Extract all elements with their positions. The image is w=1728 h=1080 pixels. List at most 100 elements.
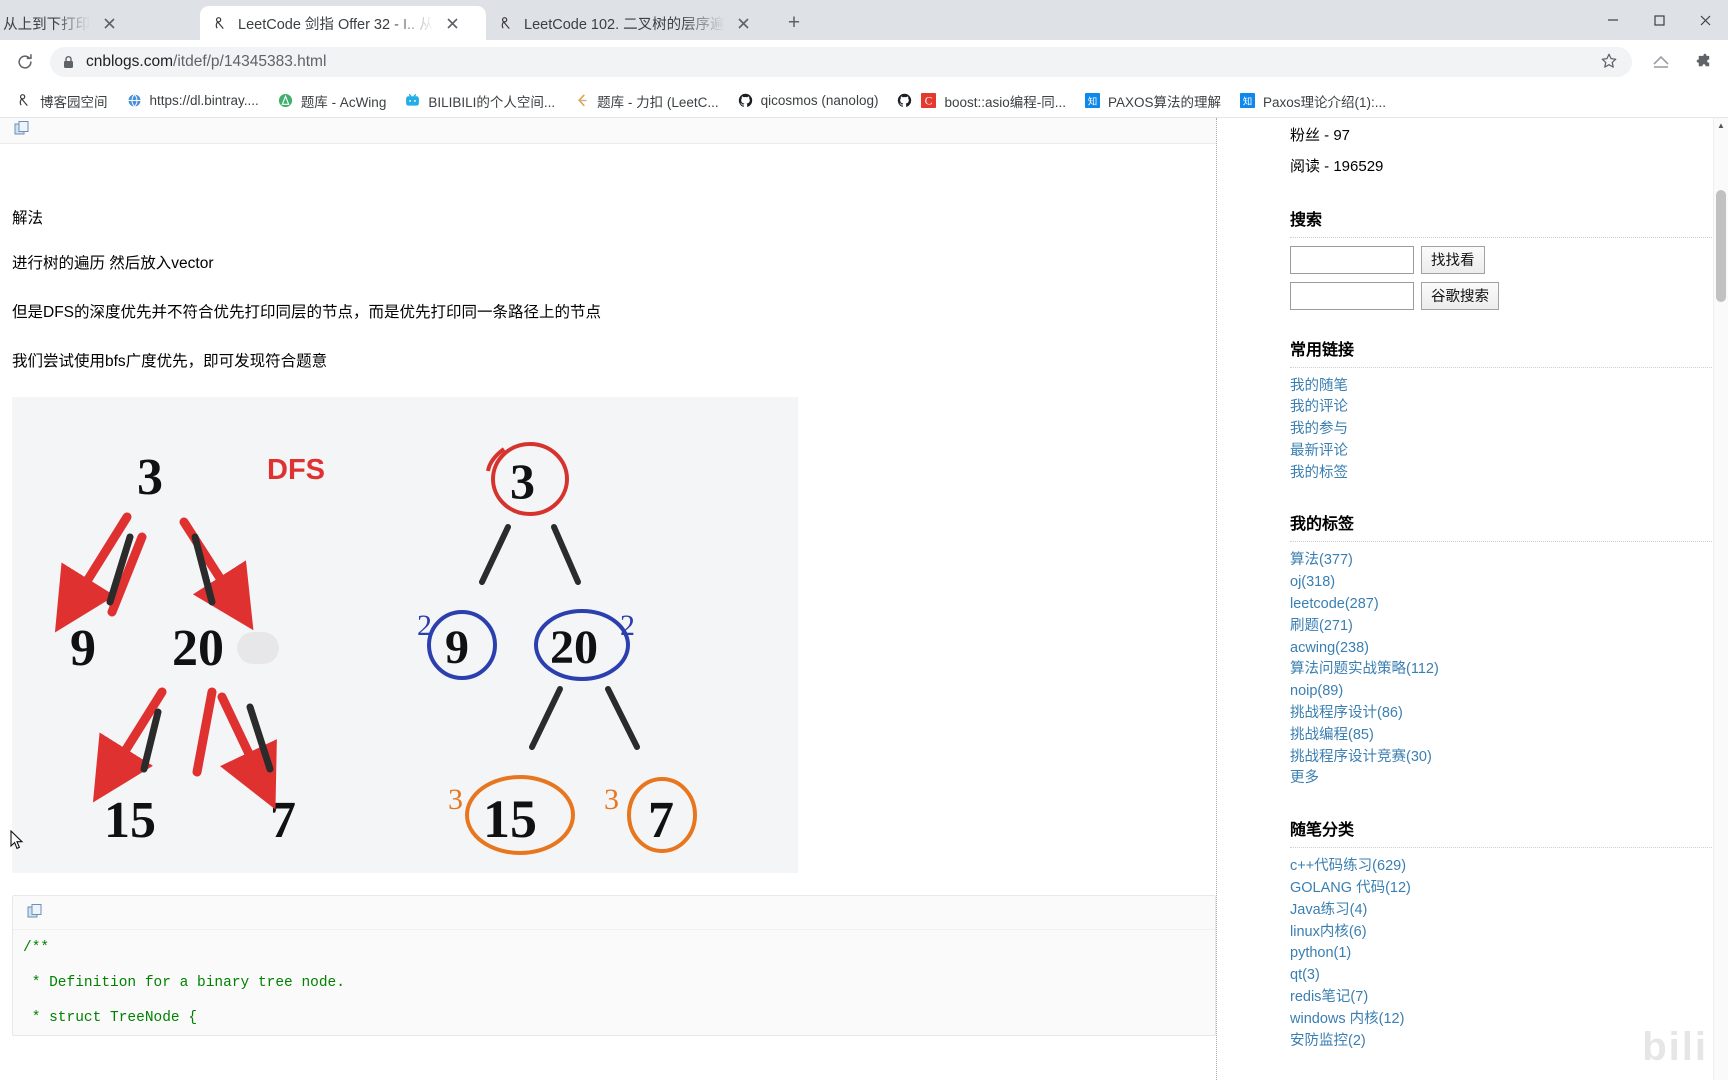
stat-line-reads: 阅读 - 196529 xyxy=(1290,157,1384,175)
svg-text:9: 9 xyxy=(445,621,469,674)
code-line: * Definition for a binary tree node. xyxy=(23,975,345,992)
bookmark-item[interactable]: 题库 - 力扣 (LeetC... xyxy=(565,87,727,115)
paragraph-2: 但是DFS的深度优先并不符合优先打印同层的节点，而是优先打印同一条路径上的节点 xyxy=(12,304,602,322)
svg-text:7: 7 xyxy=(648,792,674,849)
tag-link[interactable]: 挑战程序设计(86) xyxy=(1290,703,1728,725)
sidebar-link-latest-comments[interactable]: 最新评论 xyxy=(1290,441,1728,463)
dfs-label: DFS xyxy=(267,454,325,486)
bookmark-item[interactable]: https://dl.bintray.... xyxy=(118,88,267,113)
copy-icon[interactable] xyxy=(27,903,44,925)
paragraph-1: 进行树的遍历 然后放入vector xyxy=(12,255,214,272)
bfs-order-15: 3 xyxy=(448,783,463,816)
page-viewport: 解法 进行树的遍历 然后放入vector 但是DFS的深度优先并不符合优先打印同… xyxy=(0,118,1728,1080)
bookmark-label: PAXOS算法的理解 xyxy=(1108,94,1222,110)
tab-close-icon[interactable] xyxy=(443,13,463,33)
scrollbar-thumb[interactable] xyxy=(1716,190,1726,302)
globe-icon xyxy=(126,92,143,109)
category-link[interactable]: linux内核(6) xyxy=(1290,922,1728,944)
tag-link[interactable]: acwing(238) xyxy=(1290,638,1728,660)
minimize-button[interactable] xyxy=(1590,0,1636,40)
zhihu-icon: 知 xyxy=(1084,92,1101,109)
svg-text:9: 9 xyxy=(70,620,96,677)
post-content: 解法 进行树的遍历 然后放入vector 但是DFS的深度优先并不符合优先打印同… xyxy=(0,118,1216,1080)
page-scrollbar[interactable]: ▲ xyxy=(1713,118,1728,1080)
google-search-button[interactable]: 谷歌搜索 xyxy=(1421,281,1499,310)
bookmark-item[interactable]: BILIBILI的个人空间... xyxy=(396,87,563,115)
bookmark-item[interactable]: 知 Paxos理论介绍(1):... xyxy=(1231,87,1394,115)
site-search-row: 找找看 xyxy=(1290,245,1728,274)
bookmark-label: 题库 - AcWing xyxy=(300,94,387,110)
github-icon xyxy=(737,92,754,109)
new-tab-button[interactable]: + xyxy=(780,9,808,37)
site-search-button[interactable]: 找找看 xyxy=(1421,245,1485,274)
svg-text:C: C xyxy=(925,96,933,108)
tag-link[interactable]: 算法问题实战策略(112) xyxy=(1290,659,1728,681)
categories-title: 随笔分类 xyxy=(1290,816,1728,849)
sidebar-link-my-comments[interactable]: 我的评论 xyxy=(1290,397,1728,419)
zhihu-icon: 知 xyxy=(1239,92,1256,109)
my-tags-title: 我的标签 xyxy=(1290,510,1728,543)
tag-link[interactable]: 刷题(271) xyxy=(1290,616,1728,638)
scroll-up-arrow[interactable]: ▲ xyxy=(1714,118,1728,133)
svg-text:知: 知 xyxy=(1243,95,1252,106)
sidebar-link-my-posts[interactable]: 我的随笔 xyxy=(1290,376,1728,398)
url-text: cnblogs.com/itdef/p/14345383.html xyxy=(86,53,1590,71)
bookmark-item[interactable]: 知 PAXOS算法的理解 xyxy=(1076,87,1229,115)
tag-link-more[interactable]: 更多 xyxy=(1290,768,1728,790)
stat-line-fans: 粉丝 - 97 xyxy=(1290,127,1351,144)
tag-link[interactable]: 挑战程序设计竞赛(30) xyxy=(1290,747,1728,769)
url-path: /itdef/p/14345383.html xyxy=(173,53,327,70)
content-gutter xyxy=(1216,118,1280,1080)
tab-close-icon[interactable] xyxy=(99,13,119,33)
tag-link[interactable]: leetcode(287) xyxy=(1290,594,1728,616)
code-line: /** xyxy=(23,940,50,957)
browser-tab-1[interactable]: Offer 32 - I. 从上到下打印 xyxy=(0,6,200,40)
bfs-order-20: 2 xyxy=(620,609,635,642)
bookmark-item[interactable]: C boost::asio编程-同... xyxy=(888,87,1074,115)
google-search-input[interactable] xyxy=(1290,281,1414,310)
category-link[interactable]: Java练习(4) xyxy=(1290,900,1728,922)
reload-icon[interactable] xyxy=(10,47,40,77)
category-link[interactable]: python(1) xyxy=(1290,943,1728,965)
tag-link[interactable]: 算法(377) xyxy=(1290,550,1728,572)
tag-link[interactable]: 挑战编程(85) xyxy=(1290,725,1728,747)
svg-text:15: 15 xyxy=(483,789,537,849)
bookmark-item[interactable]: qicosmos (nanolog) xyxy=(729,88,887,113)
search-section-title: 搜索 xyxy=(1290,206,1728,238)
search-input[interactable] xyxy=(1290,245,1414,274)
copy-icon[interactable] xyxy=(14,120,31,142)
category-link[interactable]: c++代码练习(629) xyxy=(1290,856,1728,878)
star-icon[interactable] xyxy=(1600,52,1620,72)
tab-title: LeetCode 102. 二叉树的层序遍 xyxy=(524,16,725,33)
extension-icons xyxy=(1642,47,1718,77)
address-bar[interactable]: cnblogs.com/itdef/p/14345383.html xyxy=(50,47,1632,77)
tag-link[interactable]: noip(89) xyxy=(1290,681,1728,703)
github-icon xyxy=(896,92,913,109)
bookmark-label: https://dl.bintray.... xyxy=(149,93,259,108)
browser-window: Offer 32 - I. 从上到下打印 LeetCode 剑指 Offer 3… xyxy=(0,0,1728,1080)
tab-close-icon[interactable] xyxy=(734,13,754,33)
bookmark-label: boost::asio编程-同... xyxy=(944,94,1066,110)
puzzle-icon[interactable] xyxy=(1688,47,1718,77)
bookmark-item[interactable]: 博客园空间 xyxy=(8,87,116,115)
svg-text:3: 3 xyxy=(137,449,163,506)
extension-icon[interactable] xyxy=(1646,47,1676,77)
bookmark-item[interactable]: 题库 - AcWing xyxy=(269,87,395,115)
tag-link[interactable]: oj(318) xyxy=(1290,572,1728,594)
bookmark-label: Paxos理论介绍(1):... xyxy=(1263,94,1387,110)
browser-tab-2[interactable]: LeetCode 剑指 Offer 32 - I.. 从 xyxy=(200,6,486,40)
tree-diagram-image: DFS 3 9 20 15 7 3 9 2 20 2 15 3 7 3 xyxy=(12,397,798,874)
browser-tab-3[interactable]: LeetCode 102. 二叉树的层序遍 xyxy=(486,6,772,40)
category-link[interactable]: redis笔记(7) xyxy=(1290,987,1728,1009)
google-search-row: 谷歌搜索 xyxy=(1290,281,1728,310)
watermark: bili xyxy=(1642,1025,1708,1069)
category-link[interactable]: qt(3) xyxy=(1290,965,1728,987)
sidebar-link-my-tags[interactable]: 我的标签 xyxy=(1290,463,1728,485)
code-block-header xyxy=(13,896,1215,931)
close-button[interactable] xyxy=(1682,0,1728,40)
sidebar-link-my-participation[interactable]: 我的参与 xyxy=(1290,419,1728,441)
leetcode-icon xyxy=(573,92,590,109)
maximize-button[interactable] xyxy=(1636,0,1682,40)
cnblogs-icon xyxy=(212,15,229,32)
category-link[interactable]: GOLANG 代码(12) xyxy=(1290,878,1728,900)
